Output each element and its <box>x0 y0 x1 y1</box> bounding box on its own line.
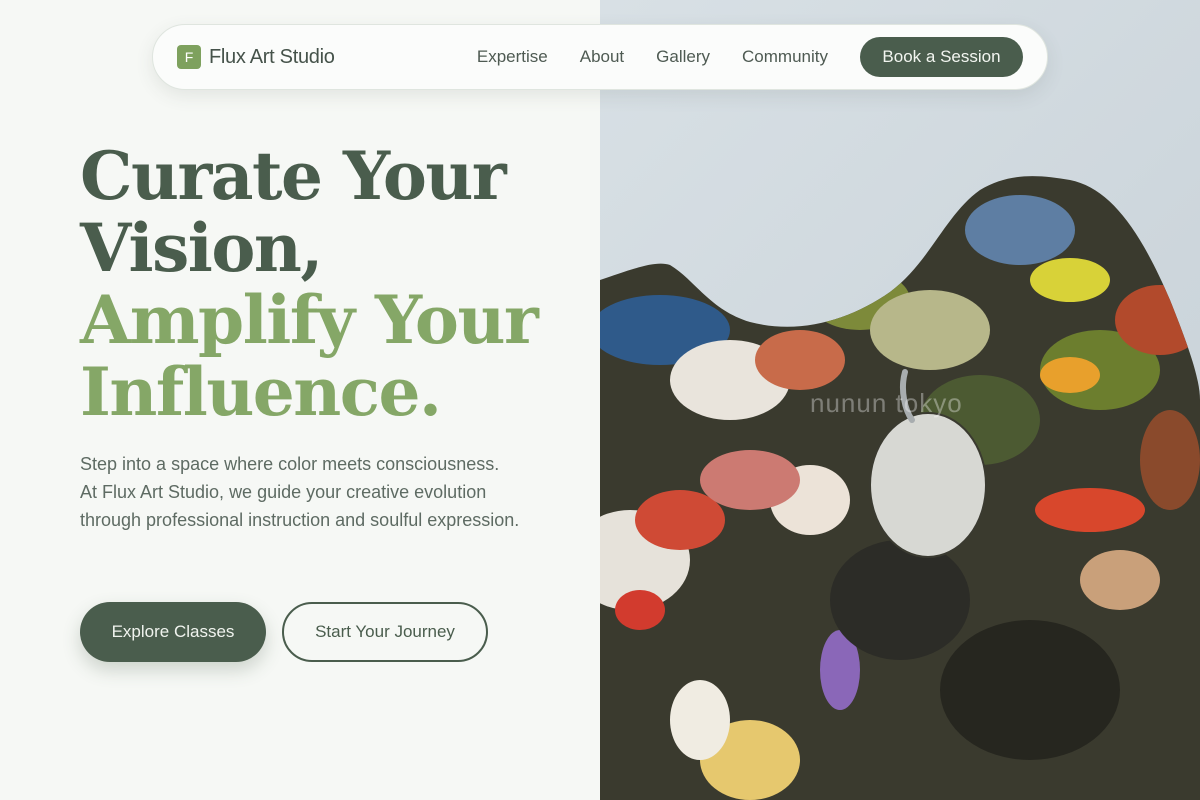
headline-line-3: Amplify Your <box>80 281 539 359</box>
brand-mark-icon: F <box>177 45 201 69</box>
book-session-button[interactable]: Book a Session <box>860 37 1023 77</box>
start-journey-button[interactable]: Start Your Journey <box>282 602 488 662</box>
image-watermark: nunun tokyo <box>810 388 963 418</box>
hero-headline: Curate Your Vision, Amplify Your Influen… <box>80 140 600 428</box>
nav-link-about[interactable]: About <box>580 47 624 67</box>
nav-link-gallery[interactable]: Gallery <box>656 47 710 67</box>
nav-link-community[interactable]: Community <box>742 47 828 67</box>
headline-line-4: Influence. <box>80 353 442 431</box>
headline-line-2: Vision, <box>80 209 323 287</box>
nav-links: Expertise About Gallery Community Book a… <box>477 37 1023 77</box>
brand-logo[interactable]: F Flux Art Studio <box>177 45 335 69</box>
nav-link-expertise[interactable]: Expertise <box>477 47 548 67</box>
brand-name: Flux Art Studio <box>209 45 335 68</box>
top-navigation: F Flux Art Studio Expertise About Galler… <box>152 24 1048 90</box>
explore-classes-button[interactable]: Explore Classes <box>80 602 266 662</box>
headline-line-1: Curate Your <box>80 137 507 215</box>
hero-description: Step into a space where color meets cons… <box>80 454 520 530</box>
